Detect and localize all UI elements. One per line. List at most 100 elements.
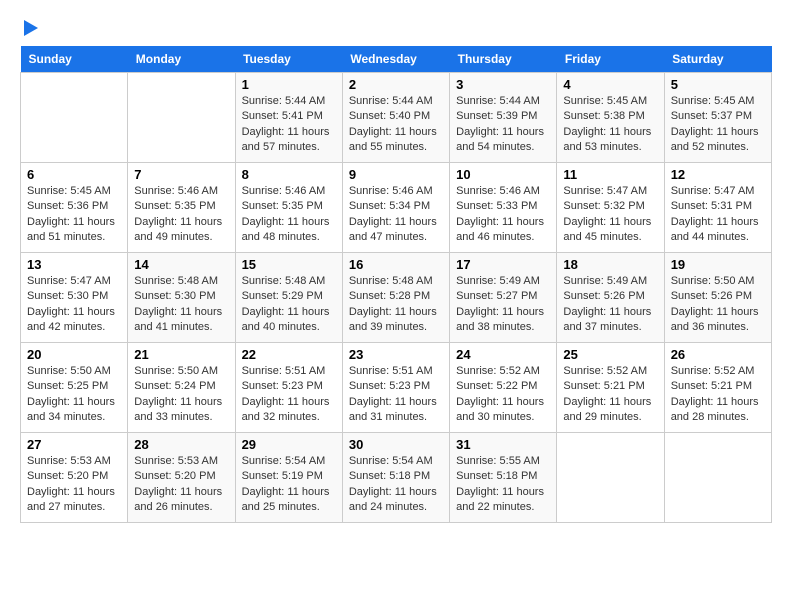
daylight-text: Daylight: 11 hours and 33 minutes. <box>134 395 228 426</box>
week-row-4: 27Sunrise: 5:53 AMSunset: 5:20 PMDayligh… <box>21 433 772 523</box>
day-number: 3 <box>456 77 550 92</box>
day-number: 4 <box>563 77 657 92</box>
cell-content: Sunrise: 5:53 AMSunset: 5:20 PMDaylight:… <box>27 454 121 516</box>
weekday-header-row: SundayMondayTuesdayWednesdayThursdayFrid… <box>21 46 772 73</box>
sunset-text: Sunset: 5:34 PM <box>349 199 443 214</box>
sunset-text: Sunset: 5:18 PM <box>349 469 443 484</box>
sunset-text: Sunset: 5:24 PM <box>134 379 228 394</box>
cell-content: Sunrise: 5:47 AMSunset: 5:30 PMDaylight:… <box>27 274 121 336</box>
cell-content: Sunrise: 5:55 AMSunset: 5:18 PMDaylight:… <box>456 454 550 516</box>
day-number: 31 <box>456 437 550 452</box>
day-number: 5 <box>671 77 765 92</box>
sunrise-text: Sunrise: 5:46 AM <box>349 184 443 199</box>
cell-content: Sunrise: 5:45 AMSunset: 5:36 PMDaylight:… <box>27 184 121 246</box>
sunset-text: Sunset: 5:37 PM <box>671 109 765 124</box>
day-number: 29 <box>242 437 336 452</box>
calendar-cell <box>128 73 235 163</box>
cell-content: Sunrise: 5:53 AMSunset: 5:20 PMDaylight:… <box>134 454 228 516</box>
cell-content: Sunrise: 5:48 AMSunset: 5:29 PMDaylight:… <box>242 274 336 336</box>
sunrise-text: Sunrise: 5:51 AM <box>242 364 336 379</box>
calendar-cell: 28Sunrise: 5:53 AMSunset: 5:20 PMDayligh… <box>128 433 235 523</box>
calendar-cell <box>664 433 771 523</box>
sunset-text: Sunset: 5:21 PM <box>563 379 657 394</box>
day-number: 6 <box>27 167 121 182</box>
calendar-cell: 25Sunrise: 5:52 AMSunset: 5:21 PMDayligh… <box>557 343 664 433</box>
calendar-cell: 18Sunrise: 5:49 AMSunset: 5:26 PMDayligh… <box>557 253 664 343</box>
sunset-text: Sunset: 5:23 PM <box>242 379 336 394</box>
sunrise-text: Sunrise: 5:50 AM <box>27 364 121 379</box>
daylight-text: Daylight: 11 hours and 37 minutes. <box>563 305 657 336</box>
sunrise-text: Sunrise: 5:50 AM <box>671 274 765 289</box>
daylight-text: Daylight: 11 hours and 24 minutes. <box>349 485 443 516</box>
cell-content: Sunrise: 5:46 AMSunset: 5:35 PMDaylight:… <box>134 184 228 246</box>
sunrise-text: Sunrise: 5:48 AM <box>242 274 336 289</box>
daylight-text: Daylight: 11 hours and 26 minutes. <box>134 485 228 516</box>
daylight-text: Daylight: 11 hours and 32 minutes. <box>242 395 336 426</box>
cell-content: Sunrise: 5:48 AMSunset: 5:30 PMDaylight:… <box>134 274 228 336</box>
weekday-header-tuesday: Tuesday <box>235 46 342 73</box>
daylight-text: Daylight: 11 hours and 27 minutes. <box>27 485 121 516</box>
sunset-text: Sunset: 5:22 PM <box>456 379 550 394</box>
calendar-cell: 6 Sunrise: 5:45 AMSunset: 5:36 PMDaylight… <box>21 163 128 253</box>
sunrise-text: Sunrise: 5:54 AM <box>242 454 336 469</box>
calendar-cell <box>557 433 664 523</box>
sunrise-text: Sunrise: 5:48 AM <box>134 274 228 289</box>
sunrise-text: Sunrise: 5:45 AM <box>563 94 657 109</box>
calendar-cell: 15Sunrise: 5:48 AMSunset: 5:29 PMDayligh… <box>235 253 342 343</box>
sunset-text: Sunset: 5:33 PM <box>456 199 550 214</box>
day-number: 17 <box>456 257 550 272</box>
weekday-header-sunday: Sunday <box>21 46 128 73</box>
cell-content: Sunrise: 5:49 AMSunset: 5:27 PMDaylight:… <box>456 274 550 336</box>
sunset-text: Sunset: 5:30 PM <box>27 289 121 304</box>
sunrise-text: Sunrise: 5:46 AM <box>456 184 550 199</box>
day-number: 11 <box>563 167 657 182</box>
sunrise-text: Sunrise: 5:44 AM <box>349 94 443 109</box>
day-number: 7 <box>134 167 228 182</box>
sunrise-text: Sunrise: 5:46 AM <box>134 184 228 199</box>
daylight-text: Daylight: 11 hours and 42 minutes. <box>27 305 121 336</box>
calendar-cell: 20Sunrise: 5:50 AMSunset: 5:25 PMDayligh… <box>21 343 128 433</box>
sunrise-text: Sunrise: 5:52 AM <box>456 364 550 379</box>
daylight-text: Daylight: 11 hours and 54 minutes. <box>456 125 550 156</box>
sunrise-text: Sunrise: 5:47 AM <box>671 184 765 199</box>
sunset-text: Sunset: 5:38 PM <box>563 109 657 124</box>
sunrise-text: Sunrise: 5:55 AM <box>456 454 550 469</box>
daylight-text: Daylight: 11 hours and 57 minutes. <box>242 125 336 156</box>
cell-content: Sunrise: 5:47 AMSunset: 5:32 PMDaylight:… <box>563 184 657 246</box>
sunrise-text: Sunrise: 5:48 AM <box>349 274 443 289</box>
logo-arrow-icon <box>24 20 38 36</box>
cell-content: Sunrise: 5:54 AMSunset: 5:19 PMDaylight:… <box>242 454 336 516</box>
day-number: 21 <box>134 347 228 362</box>
day-number: 2 <box>349 77 443 92</box>
day-number: 1 <box>242 77 336 92</box>
calendar-cell: 22Sunrise: 5:51 AMSunset: 5:23 PMDayligh… <box>235 343 342 433</box>
week-row-3: 20Sunrise: 5:50 AMSunset: 5:25 PMDayligh… <box>21 343 772 433</box>
day-number: 24 <box>456 347 550 362</box>
sunset-text: Sunset: 5:20 PM <box>134 469 228 484</box>
cell-content: Sunrise: 5:46 AMSunset: 5:33 PMDaylight:… <box>456 184 550 246</box>
sunset-text: Sunset: 5:26 PM <box>563 289 657 304</box>
day-number: 16 <box>349 257 443 272</box>
calendar-cell: 26Sunrise: 5:52 AMSunset: 5:21 PMDayligh… <box>664 343 771 433</box>
sunrise-text: Sunrise: 5:49 AM <box>563 274 657 289</box>
daylight-text: Daylight: 11 hours and 30 minutes. <box>456 395 550 426</box>
calendar-cell: 9 Sunrise: 5:46 AMSunset: 5:34 PMDaylight… <box>342 163 449 253</box>
cell-content: Sunrise: 5:46 AMSunset: 5:34 PMDaylight:… <box>349 184 443 246</box>
daylight-text: Daylight: 11 hours and 25 minutes. <box>242 485 336 516</box>
daylight-text: Daylight: 11 hours and 48 minutes. <box>242 215 336 246</box>
calendar-cell: 1 Sunrise: 5:44 AMSunset: 5:41 PMDaylight… <box>235 73 342 163</box>
sunrise-text: Sunrise: 5:44 AM <box>456 94 550 109</box>
calendar-body: 1 Sunrise: 5:44 AMSunset: 5:41 PMDaylight… <box>21 73 772 523</box>
cell-content: Sunrise: 5:44 AMSunset: 5:41 PMDaylight:… <box>242 94 336 156</box>
calendar-cell <box>21 73 128 163</box>
sunset-text: Sunset: 5:25 PM <box>27 379 121 394</box>
calendar-cell: 16Sunrise: 5:48 AMSunset: 5:28 PMDayligh… <box>342 253 449 343</box>
sunset-text: Sunset: 5:35 PM <box>134 199 228 214</box>
sunset-text: Sunset: 5:23 PM <box>349 379 443 394</box>
cell-content: Sunrise: 5:46 AMSunset: 5:35 PMDaylight:… <box>242 184 336 246</box>
cell-content: Sunrise: 5:51 AMSunset: 5:23 PMDaylight:… <box>349 364 443 426</box>
daylight-text: Daylight: 11 hours and 55 minutes. <box>349 125 443 156</box>
cell-content: Sunrise: 5:52 AMSunset: 5:22 PMDaylight:… <box>456 364 550 426</box>
sunrise-text: Sunrise: 5:52 AM <box>671 364 765 379</box>
day-number: 9 <box>349 167 443 182</box>
